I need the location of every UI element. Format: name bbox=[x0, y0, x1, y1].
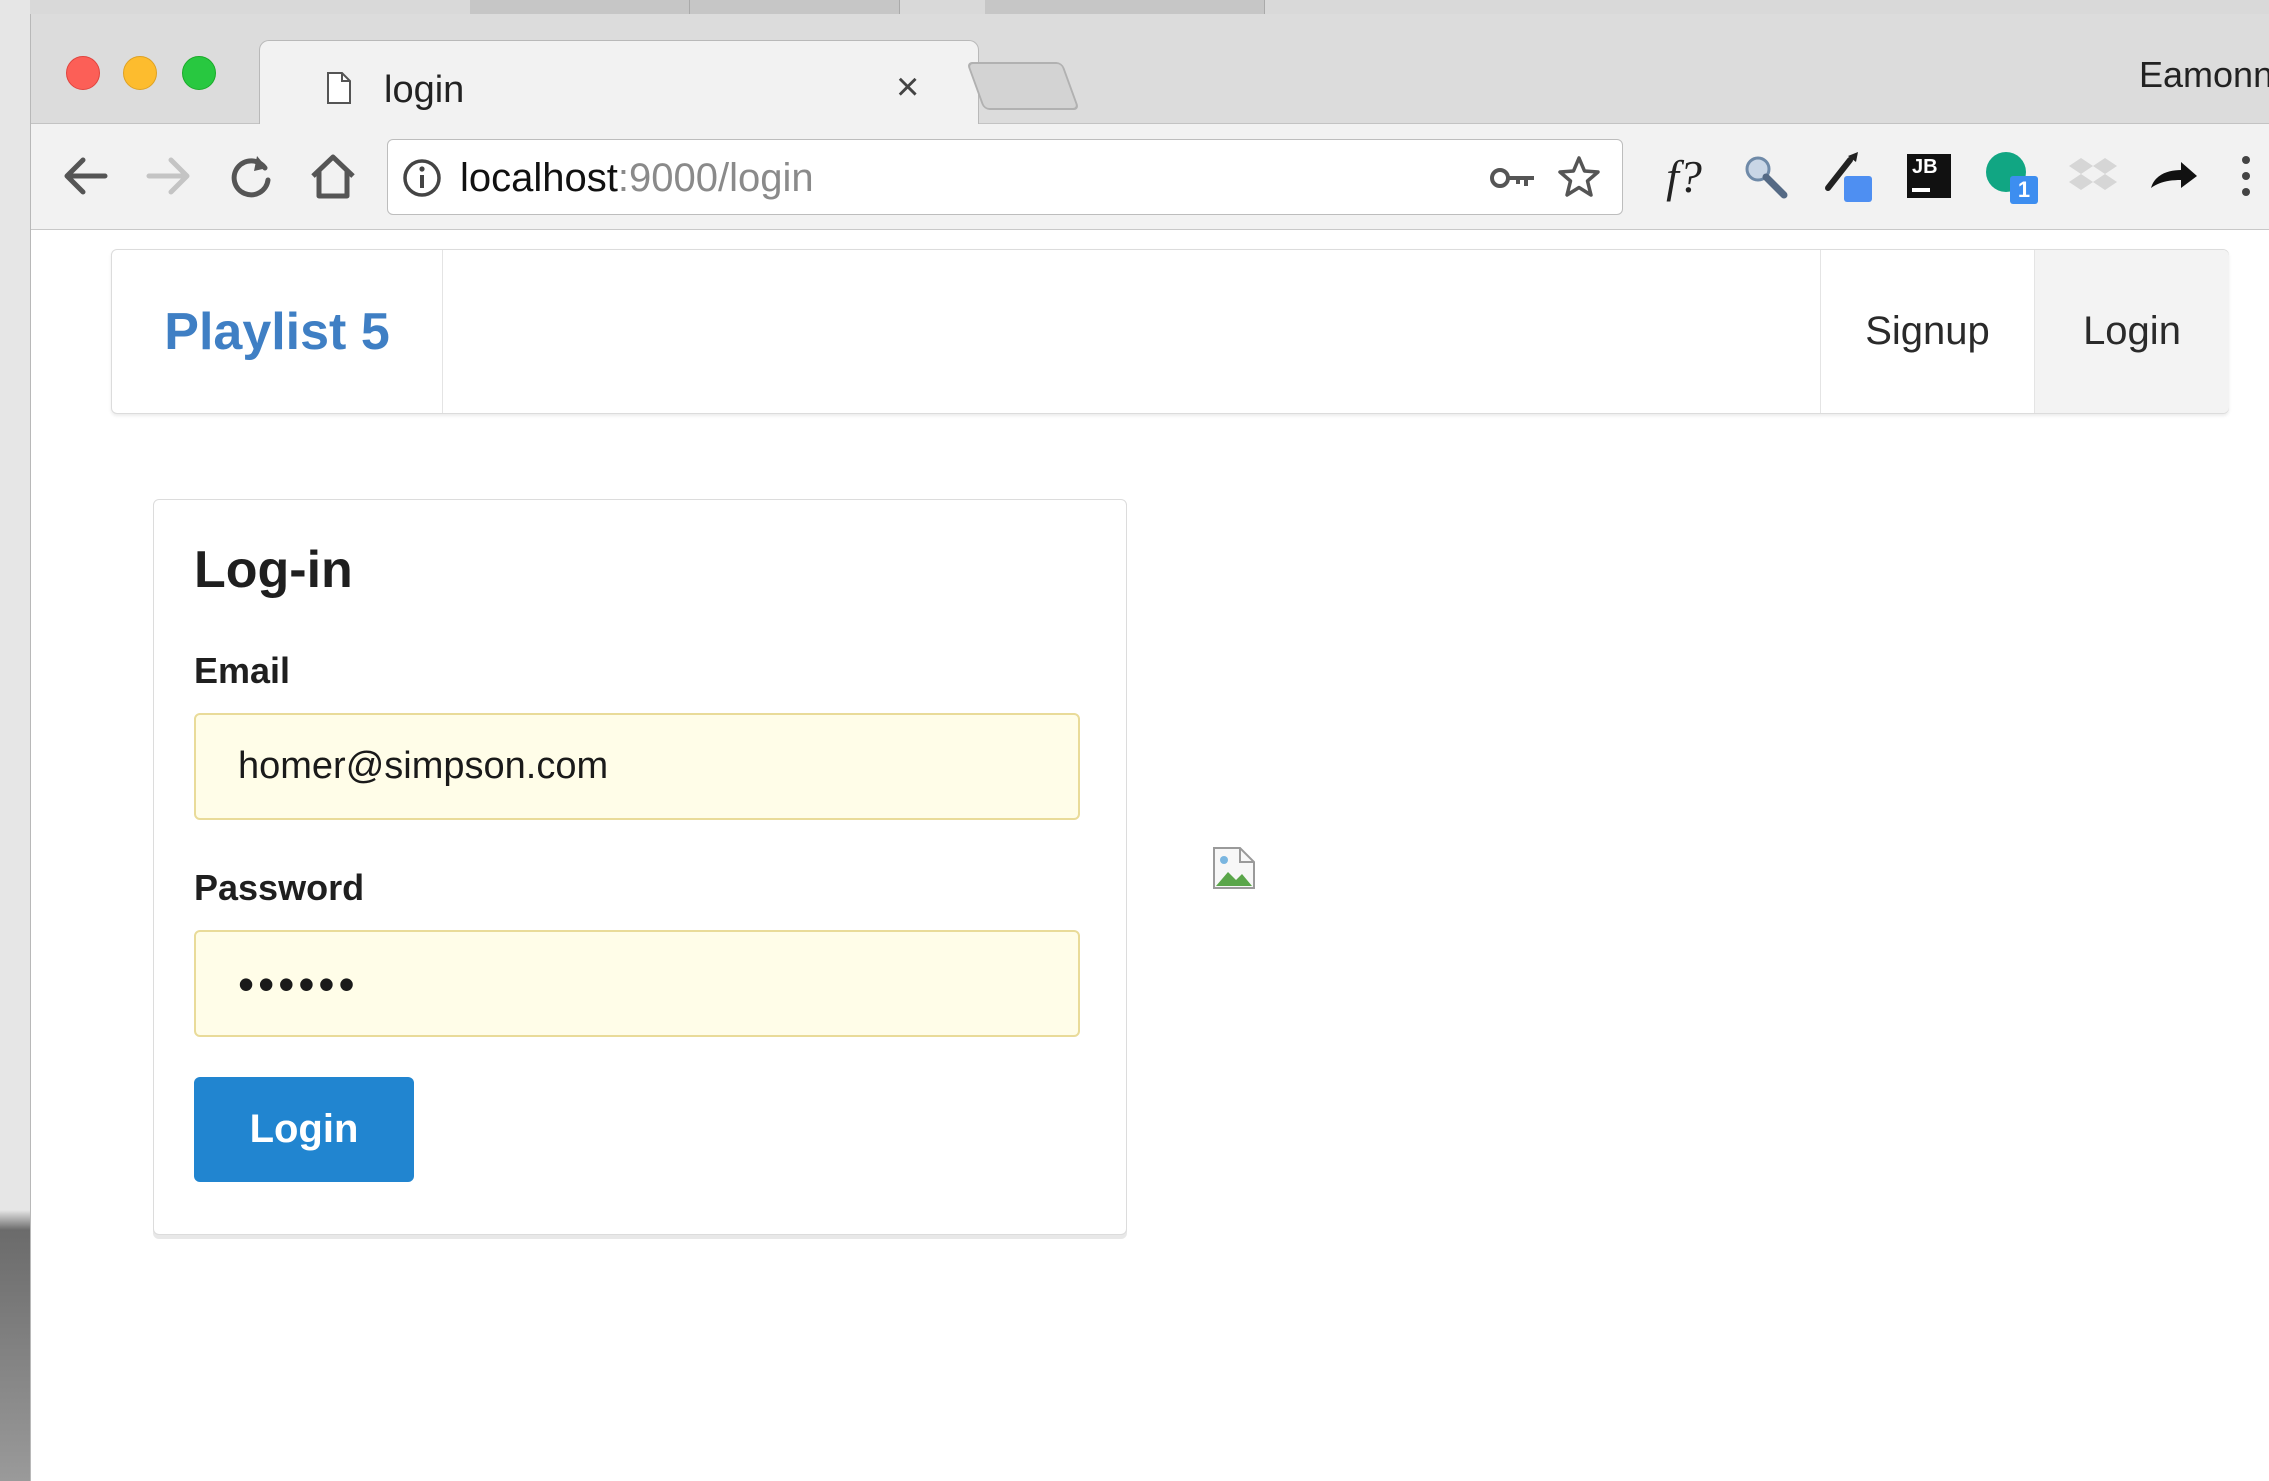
form-title: Log-in bbox=[194, 541, 353, 599]
background-window bbox=[470, 0, 690, 14]
profile-name[interactable]: Eamonn bbox=[2139, 54, 2269, 96]
share-arrow-icon[interactable] bbox=[2145, 146, 2201, 206]
tab-bar: login × Eamonn bbox=[31, 14, 2269, 126]
info-icon[interactable] bbox=[402, 158, 442, 198]
dropbox-icon[interactable] bbox=[2065, 146, 2121, 206]
close-window-button[interactable] bbox=[66, 56, 100, 90]
reload-icon bbox=[231, 156, 271, 198]
home-icon bbox=[311, 154, 355, 199]
jetbrains-label: JB bbox=[1912, 156, 1938, 178]
url-host: localhost bbox=[460, 156, 618, 200]
menu-dots-icon[interactable] bbox=[2231, 146, 2261, 206]
jetbrains-icon[interactable]: JB bbox=[1901, 146, 1957, 206]
password-label: Password bbox=[194, 867, 365, 908]
brand-link[interactable]: Playlist 5 bbox=[112, 250, 443, 413]
tab-login[interactable]: login × bbox=[259, 40, 979, 126]
password-field[interactable] bbox=[194, 930, 1080, 1037]
grammarly-badge-wrap: 1 bbox=[1984, 148, 2038, 204]
tab-title: login bbox=[384, 69, 465, 111]
home-button[interactable] bbox=[303, 148, 363, 204]
nav-login-link[interactable]: Login bbox=[2034, 250, 2229, 413]
grammarly-icon[interactable]: 1 bbox=[1983, 146, 2039, 206]
bookmark-star-icon[interactable] bbox=[1556, 154, 1602, 200]
background-window bbox=[690, 0, 900, 14]
reload-button[interactable] bbox=[221, 148, 281, 204]
key-icon[interactable] bbox=[1488, 158, 1538, 198]
desktop-left-edge bbox=[0, 0, 30, 1481]
back-button[interactable] bbox=[55, 148, 115, 204]
url-path: :9000/login bbox=[617, 156, 814, 200]
extension-badge-count: 1 bbox=[2010, 176, 2038, 204]
formula-icon[interactable]: f? bbox=[1656, 146, 1712, 206]
jetbrains-badge: JB bbox=[1907, 154, 1951, 198]
color-picker-icon[interactable] bbox=[1819, 146, 1875, 206]
dropbox-logo-icon bbox=[2069, 158, 2117, 190]
kebab-icon bbox=[2242, 156, 2250, 196]
tab-close-button[interactable]: × bbox=[896, 67, 919, 107]
background-window bbox=[985, 0, 1265, 14]
nav-signup-link[interactable]: Signup bbox=[1820, 250, 2034, 413]
minimize-window-button[interactable] bbox=[123, 56, 157, 90]
login-submit-button[interactable]: Login bbox=[194, 1077, 414, 1182]
forward-button[interactable] bbox=[139, 148, 199, 204]
new-tab-button[interactable] bbox=[966, 62, 1080, 110]
document-icon bbox=[327, 72, 351, 104]
email-label: Email bbox=[194, 650, 291, 691]
page-viewport: Playlist 5 Signup Login Log-in Email Pas… bbox=[31, 231, 2269, 1481]
formula-label: f? bbox=[1666, 150, 1702, 202]
arrow-icon bbox=[2151, 162, 2197, 188]
site-navbar: Playlist 5 Signup Login bbox=[111, 249, 2229, 414]
browser-toolbar: localhost:9000/login f? JB 1 bbox=[31, 124, 2269, 230]
zoom-window-button[interactable] bbox=[182, 56, 216, 90]
browser-window: login × Eamonn localhost:9000/login f? J… bbox=[30, 14, 2269, 1481]
magnifier-icon bbox=[1745, 156, 1788, 199]
back-arrow-icon bbox=[64, 157, 108, 195]
eyedropper-icon bbox=[1825, 152, 1872, 202]
login-card: Log-in Email Password Login bbox=[153, 499, 1127, 1235]
email-field[interactable] bbox=[194, 713, 1080, 820]
forward-arrow-icon bbox=[146, 157, 190, 195]
broken-image-icon bbox=[1213, 847, 1255, 889]
magnifier-extension-icon[interactable] bbox=[1737, 146, 1793, 206]
address-bar[interactable]: localhost:9000/login bbox=[387, 139, 1623, 215]
url-text: localhost:9000/login bbox=[460, 156, 814, 201]
